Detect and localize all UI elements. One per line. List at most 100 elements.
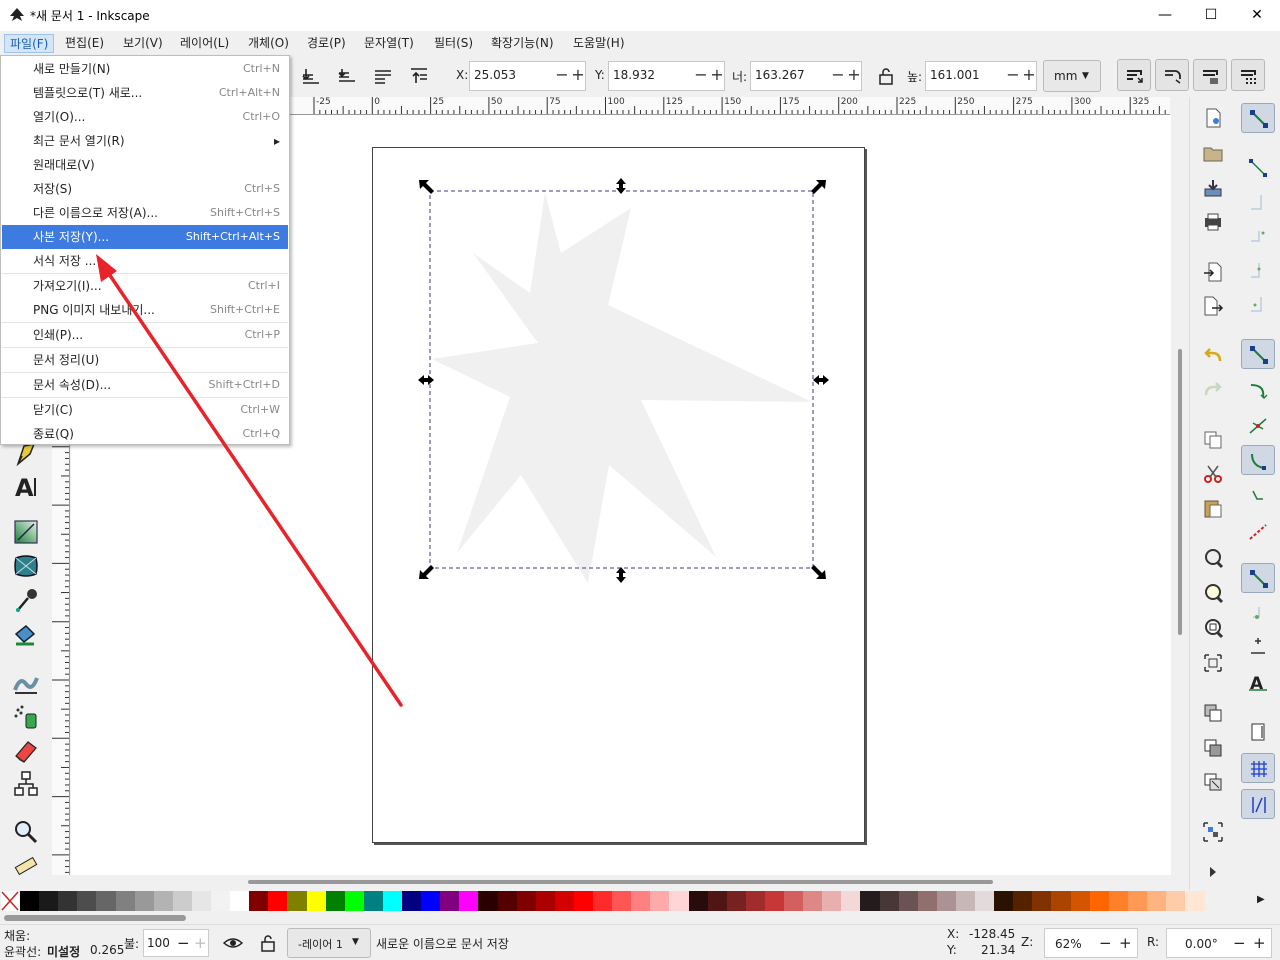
color-swatch[interactable] [440, 891, 461, 911]
width-increment-button[interactable]: + [846, 67, 862, 84]
color-swatch[interactable] [1070, 891, 1091, 911]
horizontal-ruler[interactable]: -25 0 25 50 75 100 125 150 175 200 225 250 275 300 325 [289, 97, 1170, 115]
lock-ratio-icon[interactable] [875, 66, 897, 86]
menu-object[interactable]: 개체(O) [243, 34, 294, 53]
import-icon[interactable] [1202, 261, 1224, 283]
close-button[interactable]: ✕ [1234, 0, 1280, 31]
width-input[interactable] [755, 68, 833, 82]
color-swatch[interactable] [936, 891, 957, 911]
vertical-scrollbar-thumb[interactable] [1178, 349, 1182, 635]
raise-icon[interactable] [372, 66, 394, 86]
menu-item-quit[interactable]: 종료(Q) Ctrl+Q [2, 422, 288, 446]
lower-to-bottom-icon[interactable] [300, 66, 322, 86]
snap-others-button[interactable] [1241, 563, 1275, 593]
cut-icon[interactable] [1202, 463, 1224, 485]
vertical-scrollbar[interactable] [1171, 97, 1189, 875]
color-swatch[interactable] [1146, 891, 1167, 911]
rotate-field[interactable]: 0.00° − + [1166, 928, 1272, 958]
height-input[interactable] [930, 68, 1008, 82]
zoom-increment-button[interactable]: + [1119, 934, 1132, 952]
unit-select[interactable]: mm ▼ [1043, 60, 1101, 92]
menu-item-import[interactable]: 가져오기(I)... Ctrl+I [2, 274, 288, 298]
color-swatch[interactable] [287, 891, 308, 911]
color-swatch[interactable] [191, 891, 212, 911]
menu-view[interactable]: 보기(V) [118, 34, 168, 53]
mesh-tool-icon[interactable] [12, 552, 40, 580]
menu-item-save-template[interactable]: 서식 저장 ... [2, 249, 288, 273]
snap-midpoints-button[interactable] [1241, 483, 1275, 513]
color-swatch[interactable] [612, 891, 633, 911]
menu-path[interactable]: 경로(P) [302, 34, 351, 53]
open-document-icon[interactable] [1202, 142, 1224, 164]
color-swatch[interactable] [172, 891, 193, 911]
snap-page-border-button[interactable] [1241, 717, 1275, 747]
stroke-value[interactable]: 미설정 [47, 943, 80, 960]
snap-grids-button[interactable] [1241, 753, 1275, 783]
color-swatch[interactable] [650, 891, 671, 911]
menu-item-save-as[interactable]: 다른 이름으로 저장(A)... Shift+Ctrl+S [2, 201, 288, 225]
spray-tool-icon[interactable] [12, 702, 40, 730]
color-swatch[interactable] [306, 891, 327, 911]
color-swatch[interactable] [20, 891, 40, 911]
copy-icon[interactable] [1202, 429, 1224, 451]
snap-bbox-edges-button[interactable] [1241, 187, 1275, 217]
color-swatch[interactable] [631, 891, 652, 911]
zoom-drawing-icon[interactable] [1202, 582, 1224, 604]
duplicate-icon[interactable] [1202, 702, 1224, 724]
scale-corners-toggle[interactable] [1155, 59, 1189, 91]
color-swatch[interactable] [841, 891, 862, 911]
palette-scrollbar[interactable] [0, 912, 1280, 924]
save-document-icon[interactable] [1202, 177, 1224, 199]
rotate-increment-button[interactable]: + [1253, 934, 1266, 952]
opacity-decrement-button[interactable]: − [177, 934, 190, 952]
color-swatch[interactable] [803, 891, 824, 911]
color-swatch[interactable] [325, 891, 346, 911]
color-swatch[interactable] [1166, 891, 1186, 911]
text-tool-icon[interactable]: A [12, 472, 40, 500]
zoom-decrement-button[interactable]: − [1099, 934, 1112, 952]
raise-to-top-icon[interactable] [408, 66, 430, 86]
color-swatch[interactable] [1108, 891, 1129, 911]
color-swatch[interactable] [230, 891, 251, 911]
menu-item-save-copy[interactable]: 사본 저장(Y)... Shift+Ctrl+Alt+S [2, 225, 288, 249]
print-document-icon[interactable] [1202, 211, 1224, 233]
color-swatch[interactable] [593, 891, 613, 911]
y-input[interactable] [613, 68, 691, 82]
layer-visibility-icon[interactable] [223, 935, 243, 951]
color-swatch[interactable] [363, 891, 384, 911]
measure-tool-icon[interactable] [12, 852, 40, 880]
color-swatch[interactable] [115, 891, 136, 911]
menu-item-save[interactable]: 저장(S) Ctrl+S [2, 177, 288, 201]
menu-item-open-recent[interactable]: 최근 문서 열기(R) ▸ [2, 129, 288, 153]
menu-extensions[interactable]: 확장기능(N) [486, 34, 559, 53]
color-swatch[interactable] [860, 891, 881, 911]
color-swatch[interactable] [1089, 891, 1110, 911]
color-swatch[interactable] [1127, 891, 1148, 911]
menu-item-document-properties[interactable]: 문서 속성(D)... Shift+Ctrl+D [2, 373, 288, 397]
color-swatch[interactable] [249, 891, 270, 911]
menu-item-new[interactable]: 새로 만들기(N) Ctrl+N [2, 57, 288, 81]
color-swatch[interactable] [402, 891, 422, 911]
menu-text[interactable]: 문자열(T) [359, 34, 419, 53]
x-input[interactable] [474, 68, 552, 82]
color-swatch[interactable] [478, 891, 499, 911]
snap-cusp-nodes-button[interactable] [1241, 517, 1275, 547]
color-swatch[interactable] [688, 891, 709, 911]
zoom-selection-icon[interactable] [1202, 547, 1224, 569]
group-icon[interactable] [1202, 821, 1224, 843]
color-swatch[interactable] [516, 891, 537, 911]
color-swatch[interactable] [39, 891, 60, 911]
transform-gradients-toggle[interactable] [1193, 59, 1227, 91]
transform-patterns-toggle[interactable] [1231, 59, 1265, 91]
color-swatch[interactable] [554, 891, 575, 911]
y-increment-button[interactable]: + [709, 67, 725, 84]
color-swatch[interactable] [573, 891, 594, 911]
paste-icon[interactable] [1202, 497, 1224, 519]
layer-select[interactable]: -레이어 1 ▼ [287, 928, 371, 958]
lower-icon[interactable] [336, 66, 358, 86]
y-decrement-button[interactable]: − [693, 67, 709, 84]
height-decrement-button[interactable]: − [1005, 67, 1021, 84]
palette-menu-arrow-icon[interactable]: ▶ [1257, 894, 1265, 905]
snap-bbox-corners-button[interactable] [1241, 221, 1275, 251]
color-swatch[interactable] [58, 891, 79, 911]
